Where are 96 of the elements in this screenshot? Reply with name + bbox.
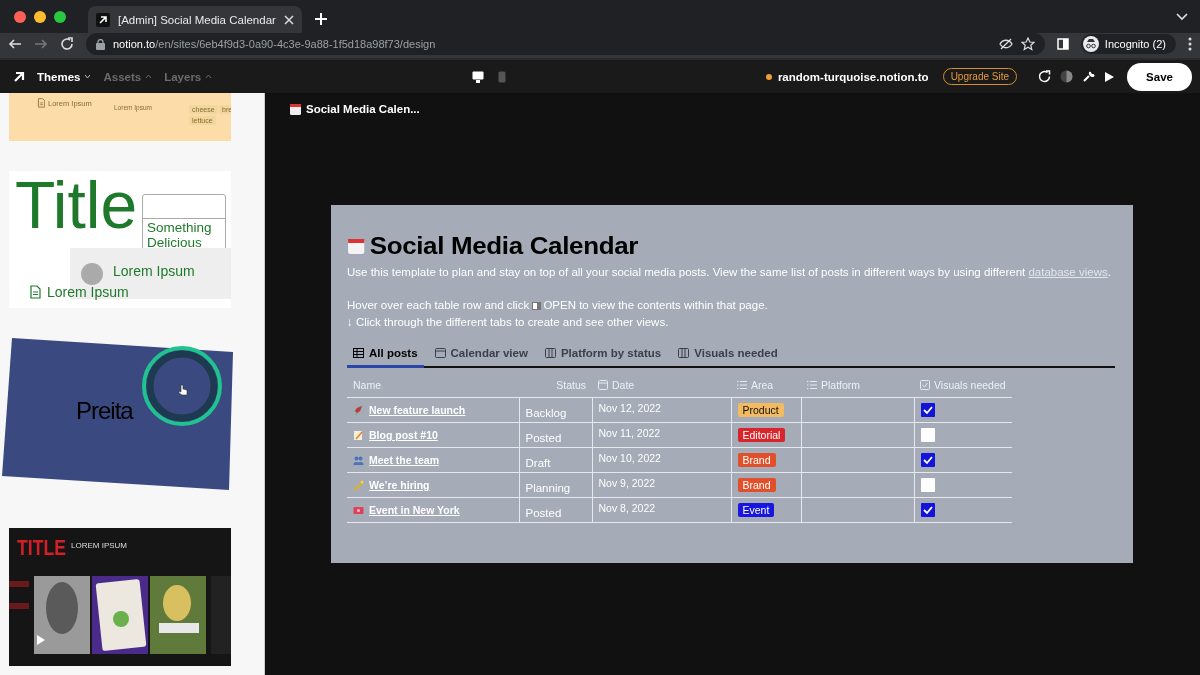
wrench-icon[interactable]	[1082, 70, 1095, 83]
status-cell: Draft	[519, 447, 592, 473]
status-cell: Backlog	[519, 397, 592, 423]
contrast-icon[interactable]	[1060, 70, 1073, 83]
table-icon	[353, 348, 364, 358]
date-cell: Nov 12, 2022	[592, 397, 731, 423]
area-tag: Editorial	[737, 428, 786, 442]
checked-checkbox[interactable]	[920, 453, 935, 467]
column-header: Visuals needed	[920, 379, 1006, 391]
menu-tab[interactable]: Themes	[37, 70, 92, 83]
play-icon[interactable]	[1104, 70, 1115, 83]
open-icon	[532, 302, 542, 310]
profile-button[interactable]: Incognito (2)	[1080, 34, 1176, 54]
thumbnail-text: Preita	[76, 397, 133, 425]
hand-cursor-icon	[178, 384, 188, 396]
people-icon	[353, 454, 364, 466]
thumbnail-text: Lorem Ipsum	[47, 284, 129, 300]
area-tag: Brand	[737, 478, 776, 492]
view-tab[interactable]: Platform by status	[538, 344, 668, 368]
address-bar[interactable]: notion.to/en/sites/6eb4f9d3-0a90-4c3e-9a88-1f5d18a98f73/design	[86, 33, 1045, 55]
chevron-down-icon[interactable]	[1176, 12, 1188, 22]
avatar-icon	[81, 262, 103, 285]
maximize-window-icon[interactable]	[54, 10, 66, 23]
board-icon	[544, 348, 556, 358]
view-tab[interactable]: All posts	[347, 344, 424, 368]
page-title: Social Media Calen...	[306, 103, 420, 115]
checkbox[interactable]	[920, 478, 935, 492]
theme-thumbnail[interactable]: TITLE LOREM IPSUM	[9, 528, 231, 666]
eye-off-icon[interactable]	[998, 38, 1013, 50]
date-cell: Nov 11, 2022	[592, 422, 731, 448]
chevron-up-icon	[205, 74, 213, 79]
date-cell: Nov 10, 2022	[592, 447, 731, 473]
calendar-icon	[347, 237, 367, 255]
save-button[interactable]: Save	[1127, 62, 1192, 91]
incognito-icon	[1082, 36, 1099, 52]
more-icon[interactable]	[1188, 37, 1192, 51]
status-cell: Posted	[519, 497, 592, 523]
cursor-highlight-icon	[140, 344, 224, 428]
list-icon	[737, 380, 747, 390]
memo-icon	[353, 429, 364, 441]
checked-checkbox[interactable]	[920, 503, 935, 517]
status-dot-icon	[765, 73, 772, 80]
desktop-icon[interactable]	[472, 70, 485, 83]
menu-tab[interactable]: Assets	[103, 70, 153, 83]
instruction-text: ↓ Click through the different tabs to create and see other views.	[347, 314, 670, 330]
theme-thumbnail[interactable]: Preita	[0, 338, 235, 498]
site-name: random-turquoise.notion.to	[765, 70, 929, 83]
minimize-window-icon[interactable]	[34, 10, 46, 23]
page-description: Use this template to plan and stay on top of all your social media posts. View the same list of posts in different ways by using different database views.	[347, 265, 1112, 280]
checkbox[interactable]	[920, 428, 935, 442]
reload-icon[interactable]	[60, 37, 74, 51]
page-heading: Social Media Calendar	[369, 232, 639, 260]
close-window-icon[interactable]	[14, 10, 26, 23]
thumbnail-text: Lorem Ipsum	[113, 262, 195, 279]
document-icon	[29, 285, 42, 299]
forward-icon[interactable]	[34, 37, 48, 51]
browser-tab[interactable]: [Admin] Social Media Calendar	[88, 6, 302, 33]
calendar-icon	[290, 103, 301, 115]
area-tag: Brand	[737, 453, 776, 467]
checked-checkbox[interactable]	[920, 403, 935, 417]
close-icon[interactable]	[283, 14, 294, 25]
thumbnail-title: TITLE	[17, 535, 66, 561]
back-icon[interactable]	[8, 37, 22, 51]
status-cell: Posted	[519, 422, 592, 448]
date-cell: Nov 8, 2022	[592, 497, 731, 523]
thumbnail-title: Title	[15, 171, 138, 242]
area-tag: Event	[737, 503, 775, 517]
status-cell: Planning	[519, 472, 592, 498]
star-icon[interactable]	[1020, 37, 1035, 51]
column-header: Area	[737, 379, 795, 391]
column-header: Name	[353, 379, 382, 391]
column-header: Platform	[807, 379, 908, 391]
chevron-up-icon	[145, 74, 153, 79]
calendar-icon	[598, 380, 608, 390]
board-icon	[678, 348, 690, 358]
arrow-logo-icon	[96, 12, 110, 27]
column-header: Date	[598, 379, 725, 391]
ticket-icon	[353, 504, 364, 516]
thumbnail-text: Something Delicious	[146, 219, 213, 252]
chevron-down-icon	[84, 74, 92, 79]
date-cell: Nov 9, 2022	[592, 472, 731, 498]
view-tab[interactable]: Calendar view	[428, 344, 534, 368]
checkbox-icon	[920, 380, 930, 390]
document-icon	[37, 98, 45, 108]
calendar-icon	[434, 348, 446, 358]
menu-tab[interactable]: Layers	[164, 70, 213, 83]
instruction-text: Hover over each table row and click OPEN to view the contents within that page.	[347, 298, 769, 313]
url-text: notion.to/en/sites/6eb4f9d3-0a90-4c3e-9a88-1f5d18a98f73/design	[113, 38, 436, 50]
area-tag: Product	[737, 403, 784, 417]
view-tab[interactable]: Visuals needed	[672, 344, 784, 368]
thumbnail-subtitle: LOREM IPSUM	[71, 541, 127, 550]
column-header: Status	[555, 379, 586, 391]
side-panel-icon[interactable]	[1056, 38, 1069, 50]
list-icon	[807, 380, 817, 390]
arrow-logo-icon[interactable]	[13, 70, 25, 83]
lock-icon	[96, 38, 105, 50]
